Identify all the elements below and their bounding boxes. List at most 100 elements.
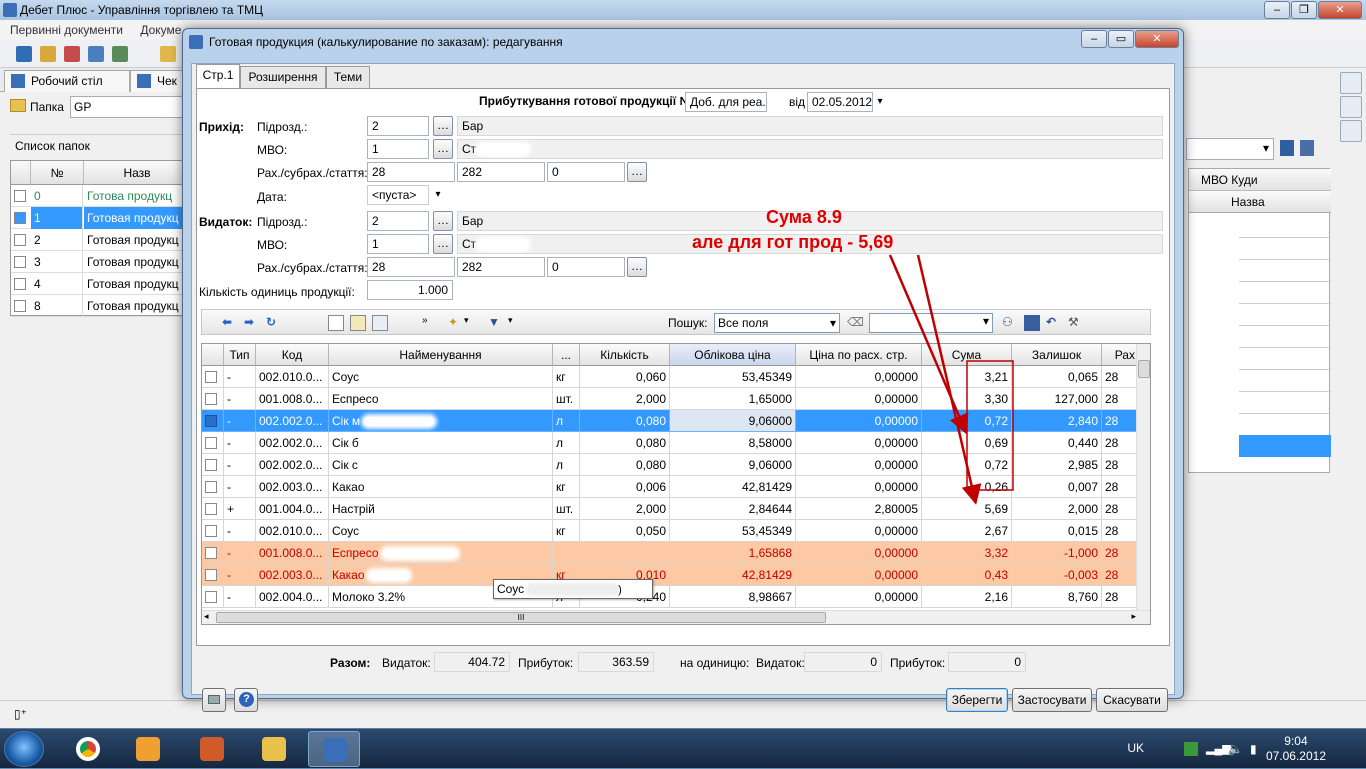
right-grid-header-mvo[interactable]: МВО Куди: [1189, 169, 1331, 191]
cell-unit[interactable]: л: [553, 410, 580, 432]
cell-code[interactable]: 001.008.0...: [256, 542, 329, 564]
cell-code[interactable]: 002.002.0...: [256, 410, 329, 432]
grid-col-price2[interactable]: Ціна по расх. стр.: [796, 344, 922, 366]
close-button[interactable]: ✕: [1318, 1, 1362, 19]
grid-col-qty[interactable]: Кількість: [580, 344, 670, 366]
date-dropdown-icon[interactable]: ▾: [873, 92, 887, 112]
cell-unit[interactable]: шт.: [553, 498, 580, 520]
cell-price[interactable]: 1,65000: [670, 388, 796, 410]
cell-code[interactable]: 002.003.0...: [256, 564, 329, 586]
checkbox[interactable]: [205, 524, 217, 537]
cell-code[interactable]: 002.010.0...: [256, 366, 329, 388]
cell-price2[interactable]: 0,00000: [796, 586, 922, 608]
cell-price2[interactable]: 0,00000: [796, 410, 922, 432]
grid-row[interactable]: -002.002.0... Сік м л 0,080 9,06000 0,00000 0,…: [202, 410, 1150, 432]
grid-col-price[interactable]: Облікова ціна: [670, 344, 796, 366]
scroll-right-icon[interactable]: ▸: [1131, 611, 1136, 622]
cell-type[interactable]: -: [224, 410, 256, 432]
cell-sum[interactable]: 5,69: [922, 498, 1012, 520]
folder-grid-col-name[interactable]: Назв: [84, 161, 191, 185]
cell-price2[interactable]: 0,00000: [796, 542, 922, 564]
folder-icon[interactable]: [160, 46, 176, 62]
scroll-left-icon[interactable]: ◂: [204, 611, 209, 622]
grid-row[interactable]: -002.002.0... Сік с л 0,080 9,06000 0,00000 0,…: [202, 454, 1150, 476]
cell-sum[interactable]: 0,43: [922, 564, 1012, 586]
checkbox[interactable]: [205, 436, 217, 449]
tab-extensions[interactable]: Розширення: [240, 66, 326, 88]
row-checkbox[interactable]: [202, 388, 224, 410]
cell-price2[interactable]: 0,00000: [796, 476, 922, 498]
cell-price[interactable]: 42,81429: [670, 476, 796, 498]
cell-type[interactable]: -: [224, 366, 256, 388]
cell-rest[interactable]: 8,760: [1012, 586, 1102, 608]
open-icon[interactable]: [40, 46, 56, 62]
menu-docs[interactable]: Докуме: [140, 23, 181, 37]
cell-rest[interactable]: 2,985: [1012, 454, 1102, 476]
grid-col-code[interactable]: Код: [256, 344, 329, 366]
cell-name[interactable]: Настрій: [329, 498, 553, 520]
cell-code[interactable]: 001.008.0...: [256, 388, 329, 410]
cell-code[interactable]: 002.003.0...: [256, 476, 329, 498]
binoculars-icon[interactable]: [1280, 140, 1294, 156]
cell-rest[interactable]: 0,015: [1012, 520, 1102, 542]
cell-sum[interactable]: 2,16: [922, 586, 1012, 608]
cell-rest[interactable]: 127,000: [1012, 388, 1102, 410]
tab-check[interactable]: Чек М: [130, 70, 190, 108]
expense-dept-browse-button[interactable]: …: [433, 211, 453, 231]
arrow-right-icon[interactable]: ➡: [244, 315, 260, 331]
income-dept-code[interactable]: 2: [367, 116, 429, 136]
cell-sum[interactable]: 0,26: [922, 476, 1012, 498]
side-tool-3[interactable]: [1340, 120, 1362, 142]
cell-name[interactable]: Сік с: [329, 454, 553, 476]
cell-sum[interactable]: 0,69: [922, 432, 1012, 454]
expense-account-browse-button[interactable]: …: [627, 257, 647, 277]
cell-rest[interactable]: 0,440: [1012, 432, 1102, 454]
cell-name[interactable]: Соус: [329, 366, 553, 388]
folder-row[interactable]: 3 Готовая продукц: [11, 251, 191, 273]
folder-row[interactable]: 2 Готовая продукц: [11, 229, 191, 251]
row-checkbox[interactable]: [202, 476, 224, 498]
doc-number-field[interactable]: Доб. для реа.: [685, 92, 767, 112]
funnel-dropdown-icon[interactable]: ▾: [508, 315, 524, 331]
cell-sum[interactable]: 0,72: [922, 410, 1012, 432]
cell-price2[interactable]: 0,00000: [796, 366, 922, 388]
income-account[interactable]: 28: [367, 162, 455, 182]
cell-unit[interactable]: шт.: [553, 388, 580, 410]
side-tool-1[interactable]: [1340, 72, 1362, 94]
row-checkbox[interactable]: [202, 366, 224, 388]
checkbox[interactable]: [205, 458, 217, 471]
expense-article[interactable]: 0: [547, 257, 625, 277]
right-grid-header-name[interactable]: Назва: [1189, 191, 1331, 213]
edit-doc-icon[interactable]: [350, 315, 366, 331]
copy-doc-icon[interactable]: [372, 315, 388, 331]
doc-date-field[interactable]: 02.05.2012: [807, 92, 873, 112]
folder-input[interactable]: GP: [70, 96, 190, 118]
grid-row[interactable]: -002.010.0... Соус кг 0,060 53,45349 0,00000 3…: [202, 366, 1150, 388]
cell-type[interactable]: -: [224, 520, 256, 542]
cell-code[interactable]: 002.010.0...: [256, 520, 329, 542]
row-checkbox[interactable]: [202, 564, 224, 586]
save-button[interactable]: Зберегти: [946, 688, 1008, 712]
print-button[interactable]: [202, 688, 226, 712]
checkbox[interactable]: [205, 546, 217, 559]
cell-price[interactable]: 1,65868: [670, 542, 796, 564]
side-tool-2[interactable]: [1340, 96, 1362, 118]
list-icon[interactable]: [1024, 315, 1040, 331]
grid-row[interactable]: -001.008.0... Еспресо шт. 2,000 1,65000 0,000…: [202, 388, 1150, 410]
start-button[interactable]: [4, 731, 44, 767]
cell-price2[interactable]: 0,00000: [796, 520, 922, 542]
cell-code[interactable]: 002.002.0...: [256, 432, 329, 454]
cell-rest[interactable]: 0,065: [1012, 366, 1102, 388]
cell-unit[interactable]: кг: [553, 476, 580, 498]
income-account-browse-button[interactable]: …: [627, 162, 647, 182]
row-checkbox[interactable]: [202, 432, 224, 454]
grid-vertical-scrollbar[interactable]: [1136, 344, 1150, 624]
cell-qty[interactable]: 0,080: [580, 454, 670, 476]
cell-price2[interactable]: 2,80005: [796, 498, 922, 520]
cell-qty[interactable]: 2,000: [580, 388, 670, 410]
cell-price2[interactable]: 0,00000: [796, 388, 922, 410]
language-indicator[interactable]: UK: [1127, 741, 1144, 755]
cell-qty[interactable]: [580, 542, 670, 564]
cell-type[interactable]: -: [224, 454, 256, 476]
income-mvo-code[interactable]: 1: [367, 139, 429, 159]
